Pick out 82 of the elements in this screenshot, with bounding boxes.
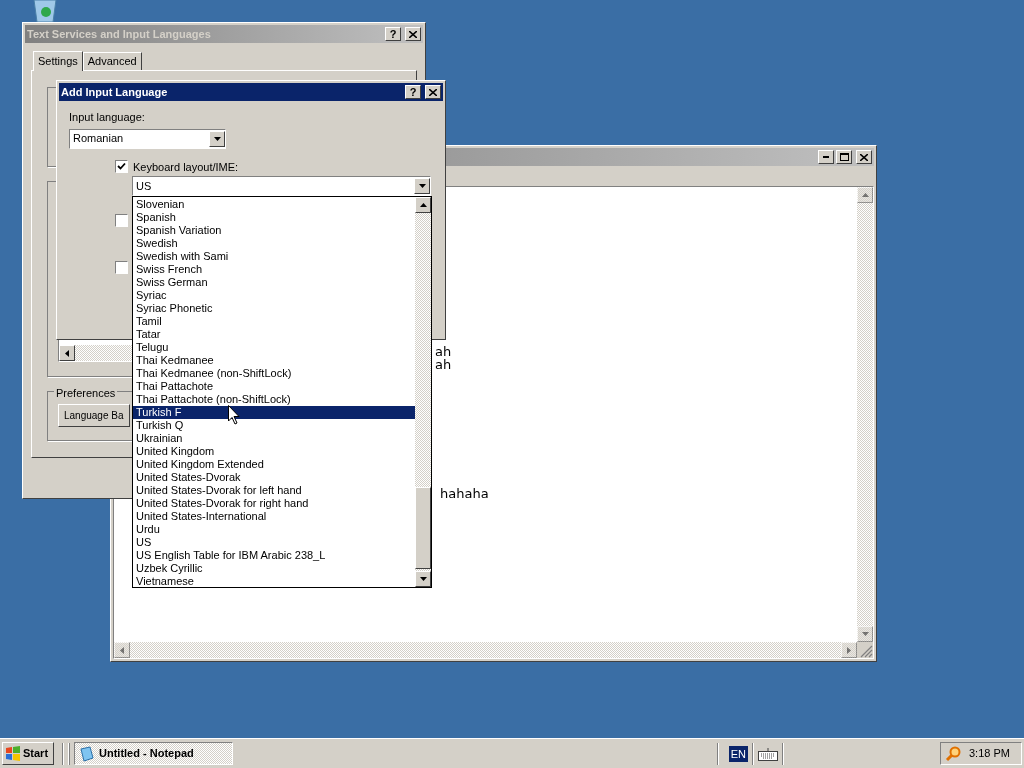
close-button[interactable]: [425, 85, 441, 99]
minimize-button[interactable]: [818, 150, 834, 164]
text-line: ah: [435, 358, 453, 371]
right-arrow-icon: [847, 646, 851, 654]
tab[interactable]: Settings: [33, 51, 83, 71]
checkbox[interactable]: [115, 261, 128, 274]
list-item[interactable]: US English Table for IBM Arabic 238_L: [133, 549, 415, 562]
list-item[interactable]: Swedish: [133, 237, 415, 250]
start-button[interactable]: Start: [2, 742, 54, 765]
down-arrow-icon: [861, 632, 869, 636]
list-item[interactable]: United States-Dvorak: [133, 471, 415, 484]
tab[interactable]: Advanced: [82, 52, 142, 70]
list-item[interactable]: United Kingdom Extended: [133, 458, 415, 471]
left-arrow-icon: [120, 646, 124, 654]
clock: 3:18 PM: [969, 746, 1010, 762]
left-arrow-icon: [65, 349, 69, 357]
list-item[interactable]: Thai Kedmanee (non-ShiftLock): [133, 367, 415, 380]
window-title: Add Input Language: [61, 84, 168, 100]
window-title: Text Services and Input Languages: [27, 26, 211, 42]
close-icon: [429, 88, 437, 96]
help-button[interactable]: ?: [385, 27, 401, 41]
checkbox[interactable]: [115, 160, 128, 174]
input-language-dropdown[interactable]: Romanian: [69, 128, 226, 149]
checkbox[interactable]: [115, 214, 128, 227]
list-item[interactable]: Swiss French: [133, 263, 415, 276]
list-item[interactable]: Spanish: [133, 211, 415, 224]
windows-logo-icon: [5, 746, 21, 761]
down-arrow-icon: [213, 136, 221, 141]
list-item[interactable]: Uzbek Cyrillic: [133, 562, 415, 575]
list-item[interactable]: Tatar: [133, 328, 415, 341]
maximize-icon: [839, 153, 849, 161]
keyboard-icon[interactable]: [758, 746, 778, 761]
recycle-bin-icon[interactable]: [31, 0, 59, 22]
close-button[interactable]: [405, 27, 421, 41]
list-item[interactable]: United States-Dvorak for right hand: [133, 497, 415, 510]
scroll-button[interactable]: [59, 345, 75, 361]
list-item[interactable]: Thai Pattachote (non-ShiftLock): [133, 393, 415, 406]
close-button[interactable]: [856, 150, 872, 164]
checkbox-label: Keyboard layout/IME:: [133, 159, 239, 175]
list-item[interactable]: Spanish Variation: [133, 224, 415, 237]
close-icon: [860, 153, 868, 161]
list-item[interactable]: Urdu: [133, 523, 415, 536]
minimize-icon: [823, 156, 829, 158]
list-item[interactable]: US: [133, 536, 415, 549]
up-arrow-icon: [419, 203, 427, 207]
taskbar-button[interactable]: Untitled - Notepad: [74, 742, 233, 765]
pointer-icon: [228, 405, 240, 425]
list-item[interactable]: Ukrainian: [133, 432, 415, 445]
list-item[interactable]: Telugu: [133, 341, 415, 354]
scroll-button[interactable]: [209, 130, 225, 147]
list-item[interactable]: Turkish F: [133, 406, 415, 419]
list-item[interactable]: United Kingdom: [133, 445, 415, 458]
size-grip-icon[interactable]: [857, 642, 873, 658]
list-item[interactable]: Swiss German: [133, 276, 415, 289]
list-item[interactable]: Slovenian: [133, 198, 415, 211]
list-item[interactable]: Vietnamese: [133, 575, 415, 588]
down-arrow-icon: [418, 184, 426, 188]
text-line: ah: [435, 345, 453, 358]
language-bar-button[interactable]: Language Ba: [58, 404, 130, 427]
scroll-button[interactable]: [414, 178, 430, 194]
list-item[interactable]: United States-Dvorak for left hand: [133, 484, 415, 497]
scroll-button[interactable]: [415, 571, 431, 587]
scroll-thumb[interactable]: [415, 487, 431, 569]
help-button[interactable]: ?: [405, 85, 421, 99]
language-indicator[interactable]: EN: [728, 745, 748, 762]
list-item[interactable]: Thai Pattachote: [133, 380, 415, 393]
text-line: hahaha: [439, 487, 490, 500]
list-item[interactable]: Swedish with Sami: [133, 250, 415, 263]
scroll-button[interactable]: [415, 197, 431, 213]
list-item[interactable]: United States-International: [133, 510, 415, 523]
up-arrow-icon: [861, 193, 869, 197]
list-item[interactable]: Syriac: [133, 289, 415, 302]
keyboard-layout-dropdown[interactable]: US: [132, 176, 431, 196]
list-item[interactable]: Thai Kedmanee: [133, 354, 415, 367]
maximize-button[interactable]: [836, 150, 852, 164]
list-item[interactable]: Tamil: [133, 315, 415, 328]
close-icon: [409, 30, 417, 38]
notepad-icon: [79, 745, 95, 762]
down-arrow-icon: [419, 577, 427, 581]
list-item[interactable]: Syriac Phonetic: [133, 302, 415, 315]
list-item[interactable]: Turkish Q: [133, 419, 415, 432]
field-label: Input language:: [69, 110, 146, 125]
